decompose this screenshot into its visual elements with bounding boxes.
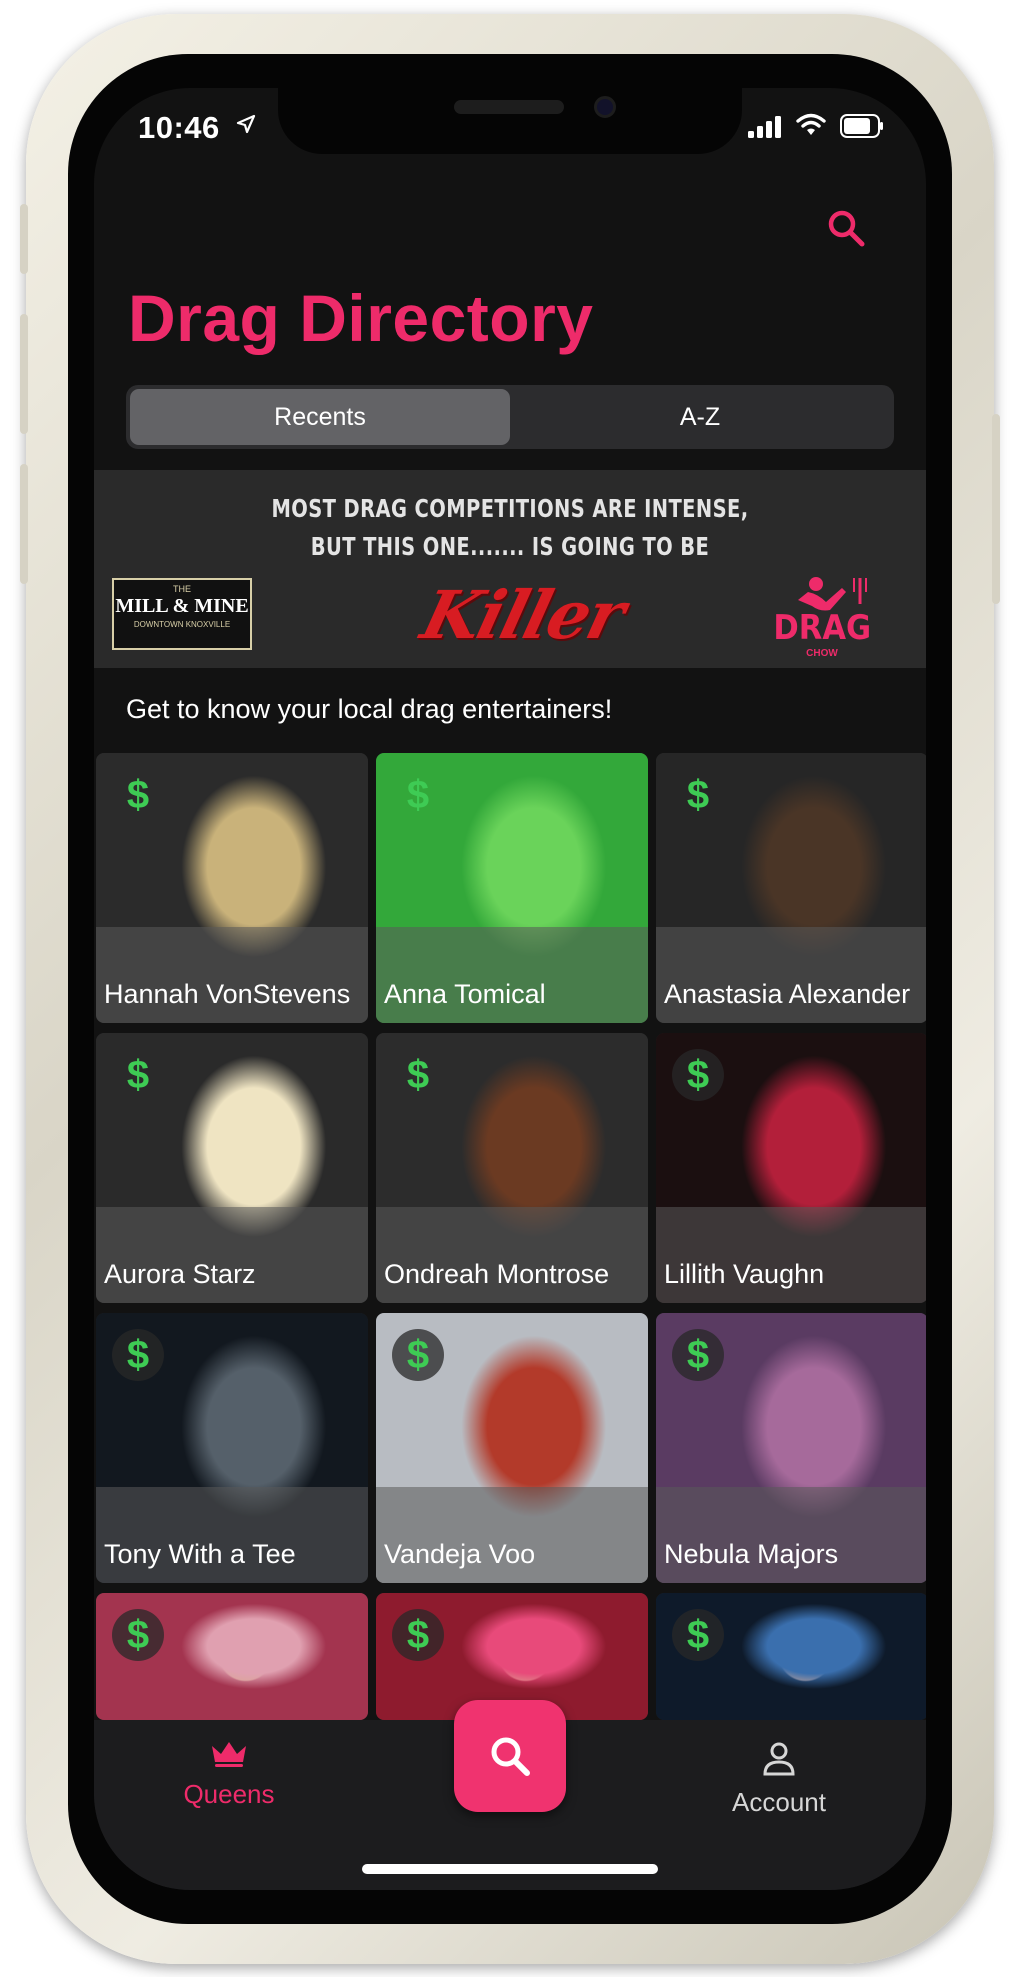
performer-name: Nebula Majors bbox=[664, 1539, 839, 1569]
banner-line-2: BUT THIS ONE....... IS GOING TO BE bbox=[310, 532, 710, 561]
performer-name: Anna Tomical bbox=[384, 979, 546, 1009]
performer-card[interactable]: $ Hannah VonStevens bbox=[96, 753, 368, 1023]
performer-card[interactable]: $ Anastasia Alexander bbox=[656, 753, 926, 1023]
battery-icon bbox=[840, 114, 883, 138]
performer-card[interactable]: $ Tony With a Tee bbox=[96, 1313, 368, 1583]
performer-card[interactable]: $ bbox=[656, 1593, 926, 1720]
drag-chow-logo-sub: CHOW bbox=[806, 648, 838, 659]
performer-name: Vandeja Voo bbox=[384, 1539, 536, 1569]
dollar-icon[interactable]: $ bbox=[392, 1049, 444, 1101]
person-icon bbox=[763, 1742, 795, 1776]
tab-recents[interactable]: Recents bbox=[130, 389, 510, 445]
dollar-icon[interactable]: $ bbox=[112, 1609, 164, 1661]
performer-card[interactable]: $ Ondreah Montrose bbox=[376, 1033, 648, 1303]
side-button bbox=[20, 204, 28, 274]
drag-chow-logo-main: DRAG bbox=[773, 608, 872, 648]
front-camera bbox=[594, 96, 616, 118]
performer-name: Tony With a Tee bbox=[104, 1539, 296, 1569]
mill-logo-main: MILL & MINE bbox=[115, 595, 249, 617]
notch bbox=[278, 88, 742, 154]
dollar-icon[interactable]: $ bbox=[672, 769, 724, 821]
killer-logo: Killer bbox=[414, 576, 632, 654]
dollar-icon[interactable]: $ bbox=[112, 769, 164, 821]
performer-card[interactable]: $ Lillith Vaughn bbox=[656, 1033, 926, 1303]
wifi-icon bbox=[796, 113, 826, 135]
nav-queens[interactable]: Queens bbox=[164, 1738, 294, 1810]
volume-down-button bbox=[20, 464, 28, 584]
search-fab[interactable] bbox=[454, 1700, 566, 1812]
dollar-icon[interactable]: $ bbox=[392, 1609, 444, 1661]
performer-name: Ondreah Montrose bbox=[384, 1259, 610, 1289]
home-indicator bbox=[362, 1864, 658, 1874]
dollar-icon[interactable]: $ bbox=[672, 1329, 724, 1381]
signal-icon bbox=[748, 116, 781, 138]
app-screen: 10:46 Drag Directory Recents A-Z MOST DR… bbox=[94, 88, 926, 1890]
dollar-icon[interactable]: $ bbox=[672, 1049, 724, 1101]
search-icon[interactable] bbox=[824, 206, 870, 252]
volume-up-button bbox=[20, 314, 28, 434]
power-button bbox=[992, 414, 1000, 604]
search-icon bbox=[491, 1737, 530, 1776]
dollar-icon[interactable]: $ bbox=[392, 1329, 444, 1381]
performer-card[interactable]: $ Vandeja Voo bbox=[376, 1313, 648, 1583]
speaker bbox=[454, 100, 564, 114]
mill-logo-top: THE bbox=[173, 584, 191, 594]
dollar-icon[interactable]: $ bbox=[392, 769, 444, 821]
nav-account-label: Account bbox=[732, 1787, 826, 1817]
crown-icon bbox=[212, 1742, 246, 1767]
mill-and-mine-logo: THE MILL & MINE DOWNTOWN KNOXVILLE bbox=[112, 578, 252, 650]
dollar-icon[interactable]: $ bbox=[112, 1049, 164, 1101]
performer-card[interactable]: $ Nebula Majors bbox=[656, 1313, 926, 1583]
performer-name: Aurora Starz bbox=[104, 1259, 256, 1289]
location-arrow-icon bbox=[236, 114, 256, 134]
performer-name: Anastasia Alexander bbox=[664, 979, 911, 1009]
performer-name: Hannah VonStevens bbox=[104, 979, 351, 1009]
performer-name: Lillith Vaughn bbox=[664, 1259, 825, 1289]
performer-card[interactable]: $ bbox=[96, 1593, 368, 1720]
intro-text: Get to know your local drag entertainers… bbox=[126, 694, 613, 724]
segmented-control: Recents A-Z bbox=[126, 385, 894, 449]
performer-card[interactable]: $ Anna Tomical bbox=[376, 753, 648, 1023]
nav-queens-label: Queens bbox=[183, 1779, 275, 1809]
dollar-icon[interactable]: $ bbox=[672, 1609, 724, 1661]
mill-logo-sub: DOWNTOWN KNOXVILLE bbox=[133, 620, 231, 629]
tab-a-z[interactable]: A-Z bbox=[510, 389, 890, 445]
nav-account[interactable]: Account bbox=[714, 1740, 844, 1818]
dollar-icon[interactable]: $ bbox=[112, 1329, 164, 1381]
page-title: Drag Directory bbox=[128, 281, 594, 355]
status-time: 10:46 bbox=[138, 110, 220, 145]
performer-card[interactable]: $ Aurora Starz bbox=[96, 1033, 368, 1303]
banner-line-1: MOST DRAG COMPETITIONS ARE INTENSE, bbox=[271, 494, 749, 523]
